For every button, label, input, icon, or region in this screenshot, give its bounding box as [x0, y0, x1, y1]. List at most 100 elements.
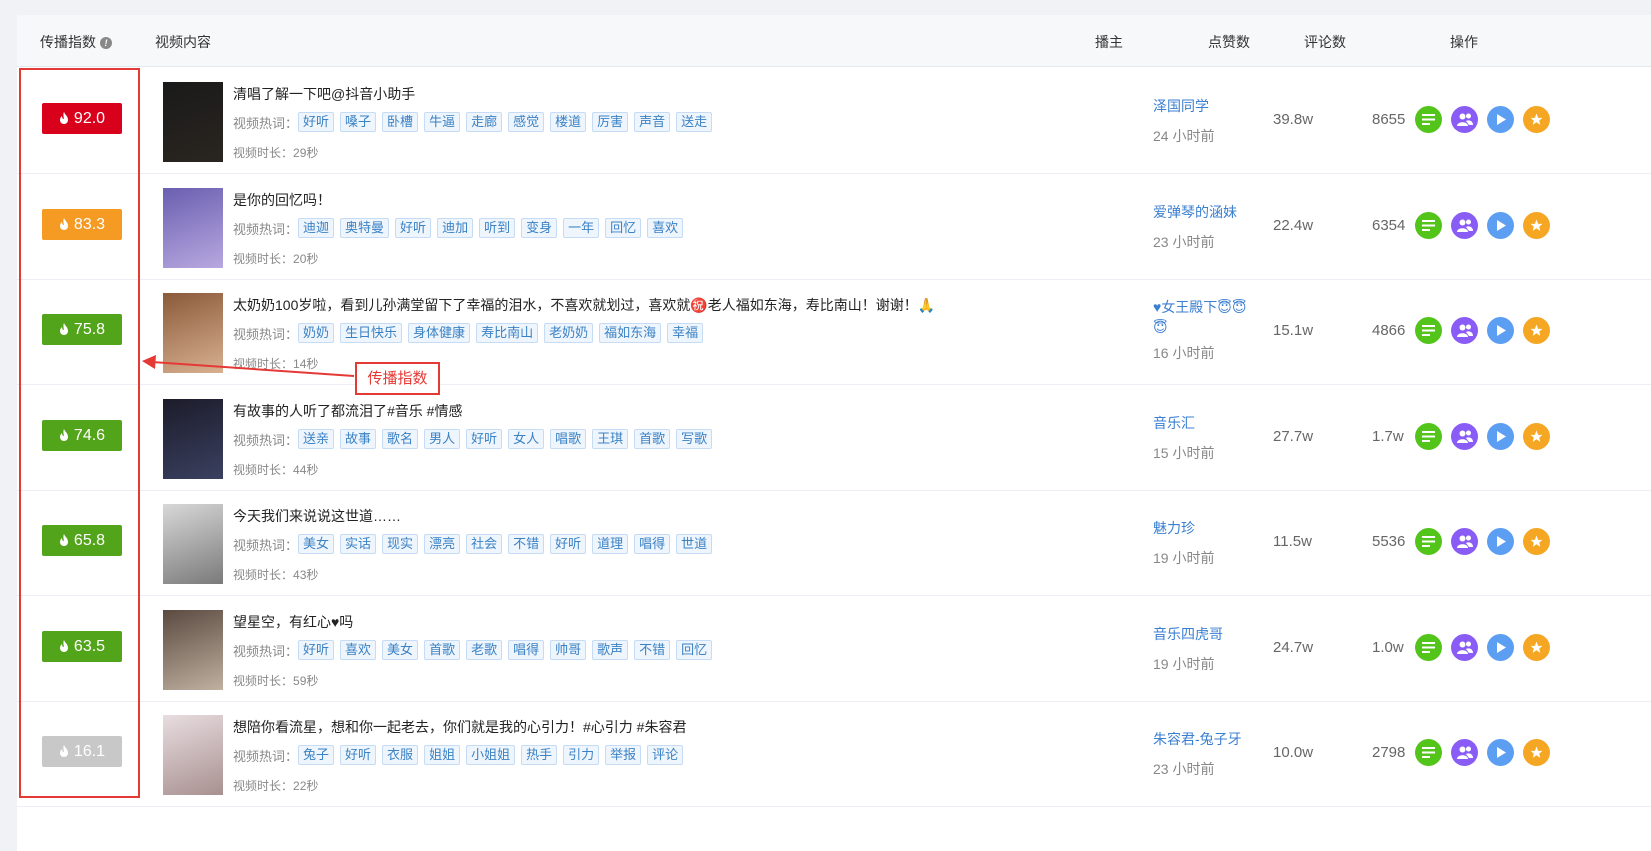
hot-word-tag[interactable]: 不错 — [508, 534, 545, 554]
star-button[interactable] — [1523, 423, 1550, 450]
author-name[interactable]: 音乐汇 — [1153, 413, 1248, 433]
hot-word-tag[interactable]: 卧槽 — [382, 112, 419, 132]
fans-button[interactable] — [1451, 423, 1478, 450]
star-button[interactable] — [1523, 212, 1550, 239]
video-thumbnail[interactable] — [163, 293, 223, 373]
list-button[interactable] — [1415, 423, 1442, 450]
hot-word-tag[interactable]: 实话 — [340, 534, 377, 554]
hot-word-tag[interactable]: 美女 — [382, 640, 419, 660]
hot-word-tag[interactable]: 迪迦 — [298, 218, 335, 238]
fans-button[interactable] — [1451, 634, 1478, 661]
hot-word-tag[interactable]: 好听 — [340, 745, 377, 765]
star-button[interactable] — [1523, 106, 1550, 133]
hot-word-tag[interactable]: 现实 — [382, 534, 419, 554]
play-button[interactable] — [1487, 739, 1514, 766]
hot-word-tag[interactable]: 一年 — [563, 218, 600, 238]
video-title[interactable]: 太奶奶100岁啦，看到儿孙满堂留下了幸福的泪水，不喜欢就划过，喜欢就㊗️老人福如… — [233, 295, 935, 315]
hot-word-tag[interactable]: 感觉 — [508, 112, 545, 132]
hot-word-tag[interactable]: 寿比南山 — [476, 323, 539, 343]
hot-word-tag[interactable]: 歌名 — [382, 429, 419, 449]
play-button[interactable] — [1487, 423, 1514, 450]
list-button[interactable] — [1415, 634, 1442, 661]
header-likes[interactable]: 点赞数 — [1208, 32, 1250, 52]
video-title[interactable]: 想陪你看流星，想和你一起老去，你们就是我的心引力！#心引力 #朱容君 — [233, 717, 686, 737]
hot-word-tag[interactable]: 不错 — [634, 640, 671, 660]
hot-word-tag[interactable]: 嗓子 — [340, 112, 377, 132]
hot-word-tag[interactable]: 送亲 — [298, 429, 335, 449]
hot-word-tag[interactable]: 老歌 — [466, 640, 503, 660]
hot-word-tag[interactable]: 男人 — [424, 429, 461, 449]
hot-word-tag[interactable]: 好听 — [466, 429, 503, 449]
info-icon[interactable]: ! — [100, 37, 112, 49]
hot-word-tag[interactable]: 写歌 — [676, 429, 713, 449]
fans-button[interactable] — [1451, 739, 1478, 766]
list-button[interactable] — [1415, 528, 1442, 555]
hot-word-tag[interactable]: 小姐姐 — [466, 745, 516, 765]
video-thumbnail[interactable] — [163, 399, 223, 479]
hot-word-tag[interactable]: 听到 — [479, 218, 516, 238]
star-button[interactable] — [1523, 634, 1550, 661]
video-title[interactable]: 有故事的人听了都流泪了#音乐 #情感 — [233, 401, 462, 421]
hot-word-tag[interactable]: 楼道 — [550, 112, 587, 132]
video-thumbnail[interactable] — [163, 610, 223, 690]
play-button[interactable] — [1487, 212, 1514, 239]
list-button[interactable] — [1415, 739, 1442, 766]
hot-word-tag[interactable]: 王琪 — [592, 429, 629, 449]
fans-button[interactable] — [1451, 528, 1478, 555]
video-thumbnail[interactable] — [163, 715, 223, 795]
author-name[interactable]: 爱弹琴的涵妹 — [1153, 202, 1248, 222]
play-button[interactable] — [1487, 317, 1514, 344]
author-name[interactable]: 音乐四虎哥 — [1153, 624, 1248, 644]
hot-word-tag[interactable]: 道理 — [592, 534, 629, 554]
hot-word-tag[interactable]: 姐姐 — [424, 745, 461, 765]
hot-word-tag[interactable]: 故事 — [340, 429, 377, 449]
hot-word-tag[interactable]: 社会 — [466, 534, 503, 554]
hot-word-tag[interactable]: 回忆 — [676, 640, 713, 660]
hot-word-tag[interactable]: 唱歌 — [550, 429, 587, 449]
hot-word-tag[interactable]: 福如东海 — [599, 323, 662, 343]
hot-word-tag[interactable]: 兔子 — [298, 745, 335, 765]
video-thumbnail[interactable] — [163, 188, 223, 268]
hot-word-tag[interactable]: 好听 — [298, 640, 335, 660]
hot-word-tag[interactable]: 奶奶 — [298, 323, 335, 343]
star-button[interactable] — [1523, 528, 1550, 555]
star-button[interactable] — [1523, 317, 1550, 344]
video-title[interactable]: 清唱了解一下吧@抖音小助手 — [233, 84, 415, 104]
fans-button[interactable] — [1451, 212, 1478, 239]
hot-word-tag[interactable]: 奥特曼 — [340, 218, 390, 238]
list-button[interactable] — [1415, 212, 1442, 239]
hot-word-tag[interactable]: 评论 — [647, 745, 684, 765]
hot-word-tag[interactable]: 唱得 — [634, 534, 671, 554]
video-thumbnail[interactable] — [163, 504, 223, 584]
hot-word-tag[interactable]: 厉害 — [592, 112, 629, 132]
hot-word-tag[interactable]: 热手 — [521, 745, 558, 765]
play-button[interactable] — [1487, 528, 1514, 555]
hot-word-tag[interactable]: 幸福 — [667, 323, 704, 343]
video-title[interactable]: 望星空，有红心♥吗 — [233, 612, 353, 632]
hot-word-tag[interactable]: 世道 — [676, 534, 713, 554]
play-button[interactable] — [1487, 634, 1514, 661]
hot-word-tag[interactable]: 迪加 — [437, 218, 474, 238]
list-button[interactable] — [1415, 317, 1442, 344]
fans-button[interactable] — [1451, 317, 1478, 344]
hot-word-tag[interactable]: 回忆 — [605, 218, 642, 238]
hot-word-tag[interactable]: 好听 — [298, 112, 335, 132]
hot-word-tag[interactable]: 引力 — [563, 745, 600, 765]
play-button[interactable] — [1487, 106, 1514, 133]
hot-word-tag[interactable]: 生日快乐 — [340, 323, 403, 343]
hot-word-tag[interactable]: 歌声 — [592, 640, 629, 660]
hot-word-tag[interactable]: 漂亮 — [424, 534, 461, 554]
hot-word-tag[interactable]: 衣服 — [382, 745, 419, 765]
author-name[interactable]: 魅力珍 — [1153, 518, 1248, 538]
author-name[interactable]: 朱容君-兔子牙 — [1153, 729, 1248, 749]
hot-word-tag[interactable]: 牛逼 — [424, 112, 461, 132]
hot-word-tag[interactable]: 声音 — [634, 112, 671, 132]
hot-word-tag[interactable]: 好听 — [550, 534, 587, 554]
video-thumbnail[interactable] — [163, 82, 223, 162]
hot-word-tag[interactable]: 喜欢 — [647, 218, 684, 238]
hot-word-tag[interactable]: 变身 — [521, 218, 558, 238]
hot-word-tag[interactable]: 女人 — [508, 429, 545, 449]
hot-word-tag[interactable]: 送走 — [676, 112, 713, 132]
hot-word-tag[interactable]: 首歌 — [424, 640, 461, 660]
video-title[interactable]: 今天我们来说说这世道…… — [233, 506, 401, 526]
